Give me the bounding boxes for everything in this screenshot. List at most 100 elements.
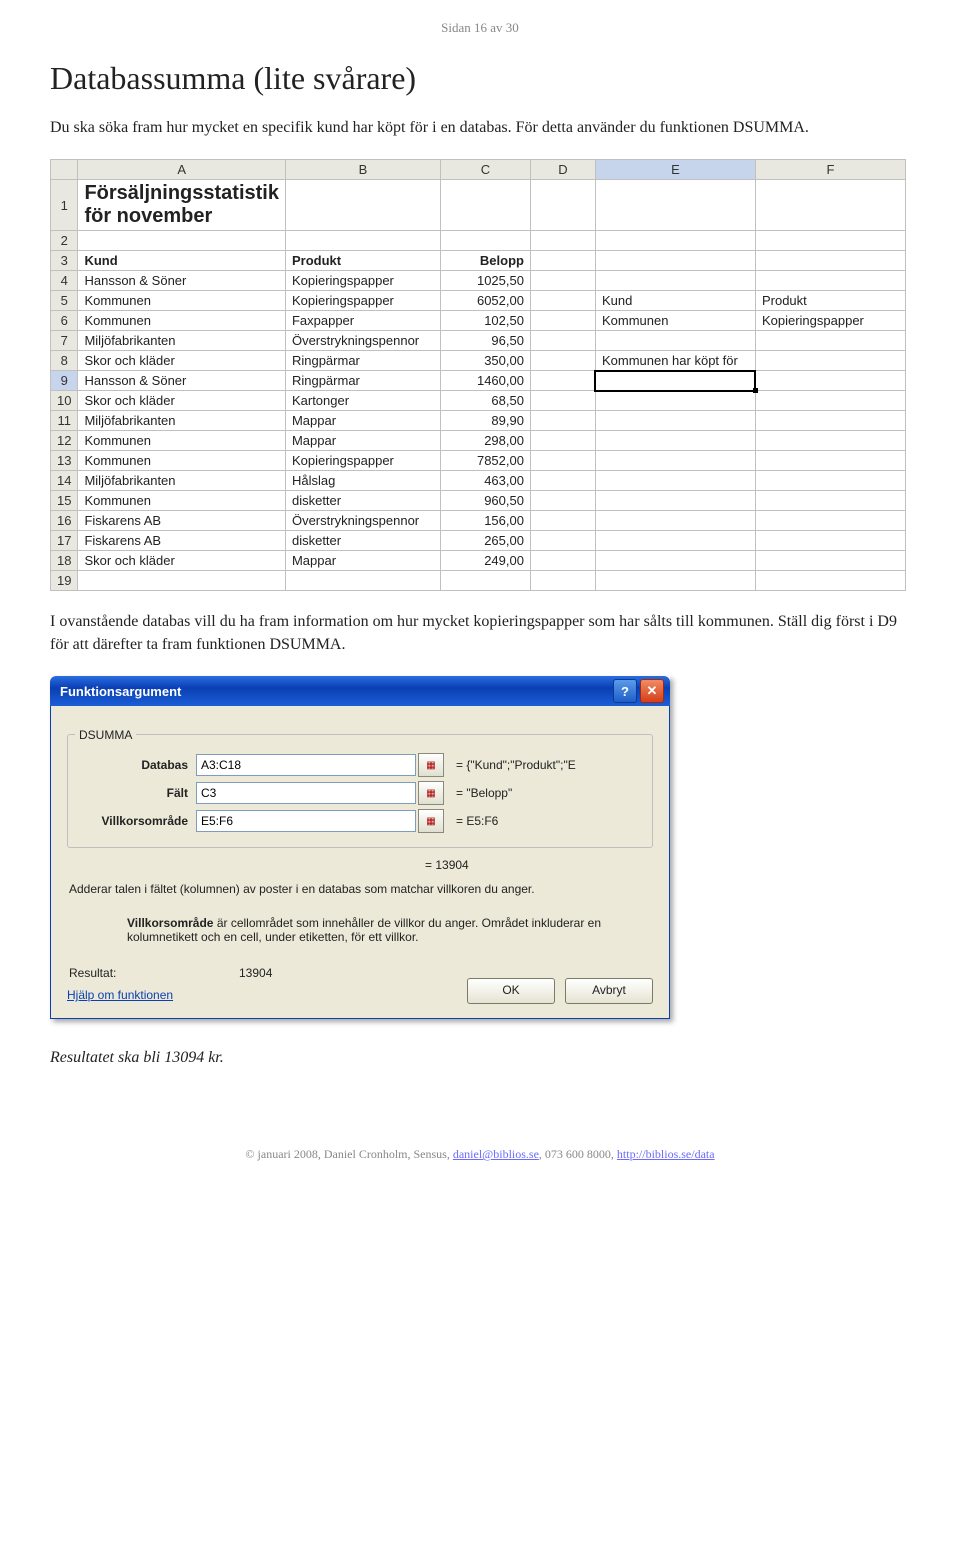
cell[interactable] [530,291,595,311]
cell[interactable]: Kopieringspapper [755,311,905,331]
cell[interactable]: Mappar [285,551,440,571]
cell[interactable]: disketter [285,491,440,511]
cell[interactable] [755,511,905,531]
row-header[interactable]: 14 [51,471,78,491]
close-icon[interactable]: ✕ [640,679,664,703]
cell[interactable]: 6052,00 [440,291,530,311]
row-header[interactable]: 7 [51,331,78,351]
cell[interactable] [755,180,905,231]
cell[interactable] [530,391,595,411]
range-picker-icon[interactable]: ▦ [418,809,444,833]
cell[interactable] [530,311,595,331]
row-header[interactable]: 10 [51,391,78,411]
cell[interactable] [755,371,905,391]
column-header-C[interactable]: C [440,160,530,180]
range-picker-icon[interactable]: ▦ [418,753,444,777]
cell[interactable]: Kommunen [78,451,286,471]
cell[interactable]: 1025,50 [440,271,530,291]
cell[interactable] [530,431,595,451]
cell[interactable] [595,531,755,551]
cell[interactable]: Miljöfabrikanten [78,331,286,351]
row-header[interactable]: 13 [51,451,78,471]
cell[interactable]: disketter [285,531,440,551]
cell[interactable]: 298,00 [440,431,530,451]
cell[interactable]: Produkt [285,251,440,271]
cell[interactable] [595,431,755,451]
help-icon[interactable]: ? [613,679,637,703]
row-header[interactable]: 5 [51,291,78,311]
cell[interactable] [595,551,755,571]
cell[interactable] [755,251,905,271]
cell[interactable]: 249,00 [440,551,530,571]
cell[interactable] [595,180,755,231]
cell[interactable] [530,491,595,511]
cell[interactable] [755,451,905,471]
cell[interactable] [285,571,440,591]
cell[interactable]: Försäljningsstatistik för november [78,180,286,231]
cell[interactable] [530,331,595,351]
cell[interactable]: Mappar [285,411,440,431]
row-header[interactable]: 4 [51,271,78,291]
cell[interactable] [755,571,905,591]
cell[interactable] [595,231,755,251]
cell[interactable]: Faxpapper [285,311,440,331]
ok-button[interactable]: OK [467,978,555,1004]
cell[interactable]: Överstrykningspennor [285,511,440,531]
cell[interactable] [530,180,595,231]
cell[interactable] [530,371,595,391]
help-link[interactable]: Hjälp om funktionen [67,988,173,1002]
cell[interactable] [755,271,905,291]
cell[interactable]: Kund [595,291,755,311]
row-header[interactable]: 9 [51,371,78,391]
cell[interactable] [595,511,755,531]
cell[interactable] [755,531,905,551]
cell[interactable] [595,411,755,431]
cell[interactable]: Kund [78,251,286,271]
cell[interactable] [530,531,595,551]
cell[interactable] [755,351,905,371]
cell[interactable]: Kommunen [595,311,755,331]
cell[interactable] [755,331,905,351]
cell[interactable] [755,411,905,431]
cell[interactable]: Överstrykningspennor [285,331,440,351]
arg-input[interactable] [196,754,416,776]
cell[interactable]: Hansson & Söner [78,371,286,391]
cell[interactable]: 265,00 [440,531,530,551]
cell[interactable]: 68,50 [440,391,530,411]
cell[interactable] [595,451,755,471]
cell[interactable] [595,251,755,271]
cell[interactable]: 156,00 [440,511,530,531]
cell[interactable] [530,251,595,271]
cell[interactable]: Kommunen [78,491,286,511]
cell[interactable] [440,231,530,251]
cell[interactable]: 89,90 [440,411,530,431]
cell[interactable]: Kommunen [78,291,286,311]
cell[interactable]: Produkt [755,291,905,311]
cell[interactable] [78,231,286,251]
cell[interactable] [285,180,440,231]
cell[interactable] [595,491,755,511]
row-header[interactable]: 11 [51,411,78,431]
cell[interactable] [755,431,905,451]
column-header-D[interactable]: D [530,160,595,180]
column-header-F[interactable]: F [755,160,905,180]
cell[interactable]: Fiskarens AB [78,511,286,531]
row-header[interactable]: 18 [51,551,78,571]
cell[interactable] [530,571,595,591]
cell[interactable] [440,180,530,231]
cell[interactable] [530,471,595,491]
cell[interactable] [595,371,755,391]
cell[interactable]: 102,50 [440,311,530,331]
cancel-button[interactable]: Avbryt [565,978,653,1004]
cell[interactable] [595,271,755,291]
row-header[interactable]: 2 [51,231,78,251]
cell[interactable]: Fiskarens AB [78,531,286,551]
cell[interactable]: Belopp [440,251,530,271]
row-header[interactable]: 1 [51,180,78,231]
cell[interactable] [530,551,595,571]
cell[interactable] [755,491,905,511]
row-header[interactable]: 6 [51,311,78,331]
cell[interactable]: Kommunen har köpt för [595,351,755,371]
cell[interactable] [530,351,595,371]
row-header[interactable]: 3 [51,251,78,271]
